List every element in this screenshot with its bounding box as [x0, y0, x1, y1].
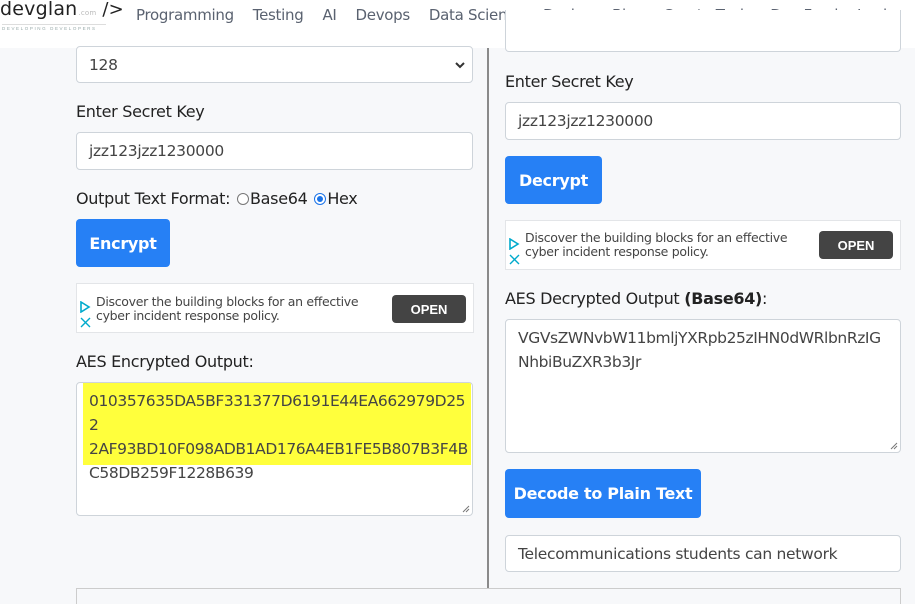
ad-open-button[interactable]: OPEN — [819, 231, 893, 259]
encrypt-secret-key-value: jzz123jzz1230000 — [89, 142, 224, 160]
output-format-row: Output Text Format: Base64 Hex — [76, 189, 358, 208]
ad-banner-left[interactable]: Discover the building blocks for an effe… — [76, 283, 474, 333]
devglan-logo[interactable]: devglan.com /> DEVELOPING DEVELOPERS — [0, 0, 124, 34]
ad-text: Discover the building blocks for an effe… — [96, 294, 359, 323]
nav-programming[interactable]: Programming — [136, 6, 234, 24]
ad-banner-right[interactable]: Discover the building blocks for an effe… — [505, 220, 901, 270]
encrypt-button[interactable]: Encrypt — [76, 219, 170, 267]
decrypt-input-textarea-partial[interactable] — [505, 10, 901, 52]
plain-text-output[interactable]: Telecommunications students can network — [505, 535, 901, 572]
ad-close-icon[interactable] — [509, 254, 520, 265]
ad-play-icon — [509, 238, 520, 250]
decrypted-output-text: VGVsZWNvbW11bmljYXRpb25zIHN0dWRlbnRzIG N… — [518, 326, 881, 374]
ad-close-icon[interactable] — [80, 317, 91, 328]
column-divider — [487, 48, 489, 588]
logo-tagline: DEVELOPING DEVELOPERS — [2, 24, 106, 31]
logo-text: devglan.com /> — [0, 0, 124, 20]
chevron-down-icon — [455, 61, 465, 68]
output-format-label: Output Text Format: — [76, 189, 231, 208]
ad-text-line1: Discover the building blocks for an effe… — [525, 230, 788, 245]
bottom-section-box — [76, 588, 901, 604]
decrypted-line: VGVsZWNvbW11bmljYXRpb25zIHN0dWRlbnRzIG — [518, 329, 881, 347]
nav-testing[interactable]: Testing — [253, 6, 304, 24]
radio-hex[interactable] — [314, 192, 327, 205]
encrypt-secret-key-label: Enter Secret Key — [76, 102, 205, 121]
decode-to-plain-text-button[interactable]: Decode to Plain Text — [505, 469, 701, 518]
decrypted-output-textarea[interactable]: VGVsZWNvbW11bmljYXRpb25zIHN0dWRlbnRzIG N… — [505, 319, 901, 453]
radio-base64[interactable] — [236, 192, 249, 205]
ad-text-line1: Discover the building blocks for an effe… — [96, 294, 359, 309]
plain-text-value: Telecommunications students can network — [518, 544, 838, 563]
radio-base64-label[interactable]: Base64 — [250, 189, 308, 208]
logo-slash: /> — [102, 0, 124, 20]
encrypted-output-text: 010357635DA5BF331377D6191E44EA662979D252… — [89, 389, 472, 485]
encrypt-secret-key-input[interactable]: jzz123jzz1230000 — [76, 132, 473, 170]
key-size-select[interactable]: 128 — [76, 46, 473, 83]
decrypt-secret-key-value: jzz123jzz1230000 — [518, 112, 653, 130]
decrypted-output-label-suffix: : — [762, 289, 768, 308]
radio-hex-label[interactable]: Hex — [327, 189, 357, 208]
ad-text-line2: cyber incident response policy. — [96, 308, 280, 323]
decrypted-line: NhbiBuZXR3b3Jr — [518, 353, 641, 371]
decrypt-button[interactable]: Decrypt — [505, 156, 602, 204]
decrypted-output-label-prefix: AES Decrypted Output — [505, 289, 685, 308]
ad-play-icon — [80, 301, 91, 313]
nav-ai[interactable]: AI — [322, 6, 336, 24]
ad-text: Discover the building blocks for an effe… — [525, 230, 788, 259]
encrypted-line: 010357635DA5BF331377D6191E44EA662979D252 — [89, 392, 466, 434]
encrypted-output-textarea[interactable]: 010357635DA5BF331377D6191E44EA662979D252… — [76, 382, 473, 516]
decrypt-secret-key-label: Enter Secret Key — [505, 72, 634, 91]
resize-grip-icon[interactable] — [462, 505, 470, 513]
encrypted-output-label: AES Encrypted Output: — [76, 352, 254, 371]
key-size-value: 128 — [89, 55, 118, 74]
nav-devops[interactable]: Devops — [356, 6, 411, 24]
resize-grip-icon[interactable] — [890, 442, 898, 450]
ad-open-button[interactable]: OPEN — [392, 295, 466, 323]
logo-com-text: .com — [78, 9, 97, 17]
decrypted-output-label-format: (Base64) — [684, 289, 763, 308]
decrypted-output-label: AES Decrypted Output (Base64): — [505, 289, 767, 308]
logo-main-text: devglan — [0, 0, 78, 20]
ad-text-line2: cyber incident response policy. — [525, 244, 709, 259]
encrypted-line: C58DB259F1228B639 — [89, 464, 254, 482]
decrypt-secret-key-input[interactable]: jzz123jzz1230000 — [505, 102, 901, 140]
encrypted-line: 2AF93BD10F098ADB1AD176A4EB1FE5B807B3F4B — [89, 440, 468, 458]
